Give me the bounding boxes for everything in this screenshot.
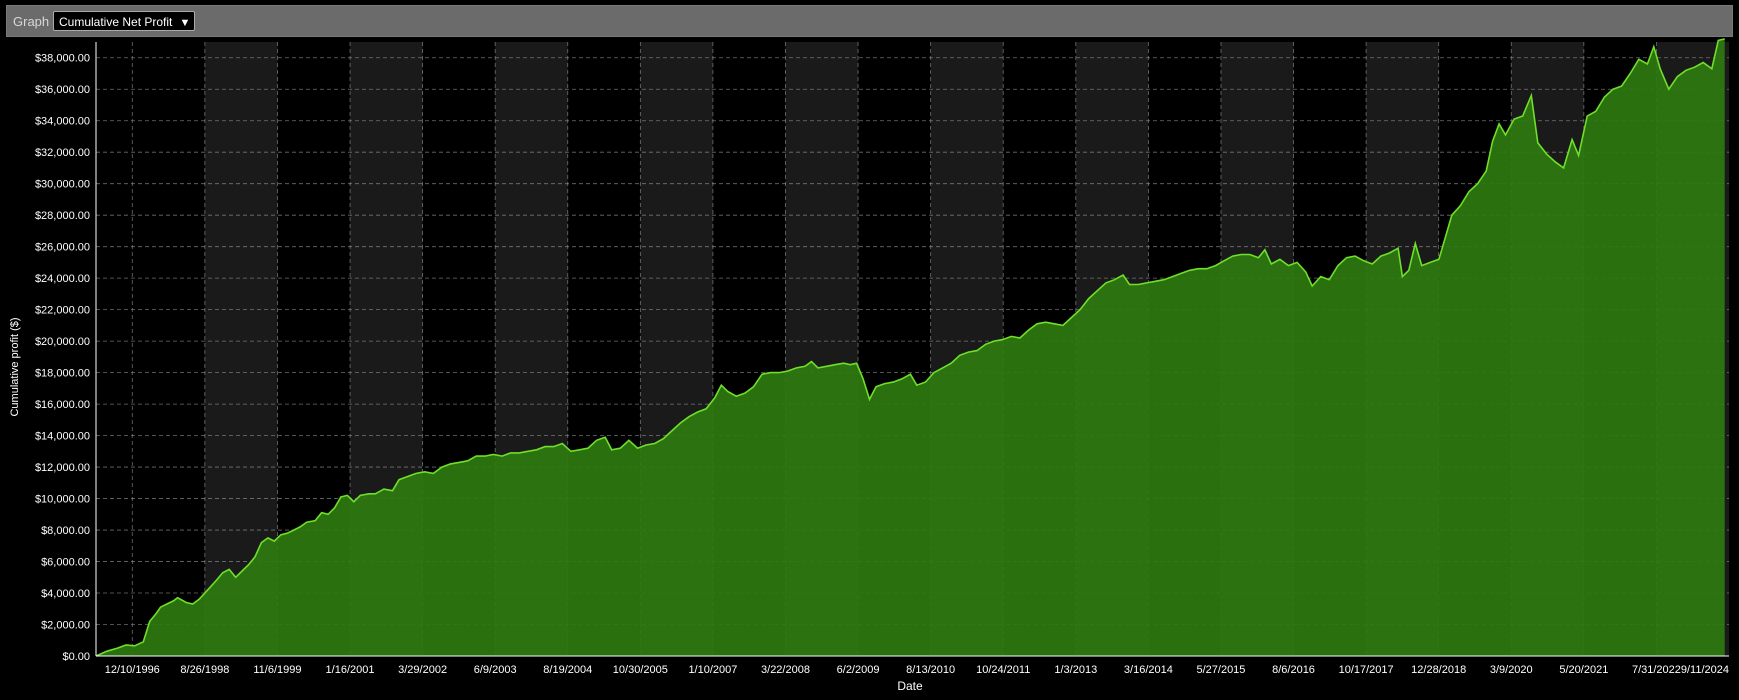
- x-tick-label: 8/26/1998: [180, 664, 229, 676]
- y-tick-label: $20,000.00: [35, 336, 90, 348]
- y-tick-label: $18,000.00: [35, 368, 90, 380]
- y-tick-label: $28,000.00: [35, 210, 90, 222]
- y-tick-labels: $0.00 $2,000.00 $4,000.00 $6,000.00 $8,000.0…: [35, 53, 90, 663]
- x-tick-label: 9/11/2024: [1681, 664, 1729, 676]
- y-tick-label: $12,000.00: [35, 462, 90, 474]
- x-tick-label: 1/10/2007: [688, 664, 737, 676]
- x-tick-label: 8/13/2010: [906, 664, 955, 676]
- y-tick-label: $32,000.00: [35, 147, 90, 159]
- y-tick-label: $14,000.00: [35, 431, 90, 443]
- y-tick-label: $16,000.00: [35, 399, 90, 411]
- y-tick-label: $8,000.00: [41, 525, 90, 537]
- x-tick-label: 3/16/2014: [1124, 664, 1173, 676]
- x-axis-title: Date: [897, 679, 923, 693]
- x-tick-label: 6/2/2009: [837, 664, 880, 676]
- x-tick-label: 5/27/2015: [1196, 664, 1245, 676]
- y-tick-label: $38,000.00: [35, 53, 90, 65]
- y-axis-title: Cumulative profit ($): [9, 317, 21, 416]
- x-tick-label: 10/30/2005: [613, 664, 668, 676]
- cumulative-profit-chart: $0.00 $2,000.00 $4,000.00 $6,000.00 $8,000.0…: [9, 38, 1729, 693]
- y-tick-label: $24,000.00: [35, 273, 90, 285]
- x-tick-label: 3/9/2020: [1490, 664, 1533, 676]
- y-tick-label: $30,000.00: [35, 179, 90, 191]
- x-tick-label: 12/10/1996: [105, 664, 160, 676]
- x-tick-label: 5/20/2021: [1559, 664, 1608, 676]
- y-tick-label: $36,000.00: [35, 84, 90, 96]
- y-tick-label: $2,000.00: [41, 620, 90, 632]
- y-tick-label: $6,000.00: [41, 557, 90, 569]
- x-tick-label: 3/22/2008: [761, 664, 810, 676]
- x-tick-labels: 12/10/1996 8/26/1998 11/6/1999 1/16/2001 3/2…: [105, 664, 1729, 676]
- x-tick-label: 3/29/2002: [398, 664, 447, 676]
- x-tick-label: 7/31/2022: [1632, 664, 1681, 676]
- y-tick-label: $22,000.00: [35, 305, 90, 317]
- y-tick-label: $34,000.00: [35, 116, 90, 128]
- x-tick-label: 6/9/2003: [474, 664, 517, 676]
- x-tick-label: 1/3/2013: [1054, 664, 1097, 676]
- y-tick-label: $10,000.00: [35, 494, 90, 506]
- y-tick-label: $4,000.00: [41, 588, 90, 600]
- x-tick-label: 11/6/1999: [253, 664, 301, 676]
- x-tick-label: 8/19/2004: [543, 664, 592, 676]
- x-tick-label: 8/6/2016: [1272, 664, 1315, 676]
- y-tick-label: $0.00: [62, 651, 90, 663]
- x-tick-label: 10/17/2017: [1339, 664, 1394, 676]
- x-tick-label: 1/16/2001: [326, 664, 375, 676]
- y-tick-label: $26,000.00: [35, 242, 90, 254]
- x-tick-label: 10/24/2011: [976, 664, 1030, 676]
- x-tick-label: 12/28/2018: [1411, 664, 1466, 676]
